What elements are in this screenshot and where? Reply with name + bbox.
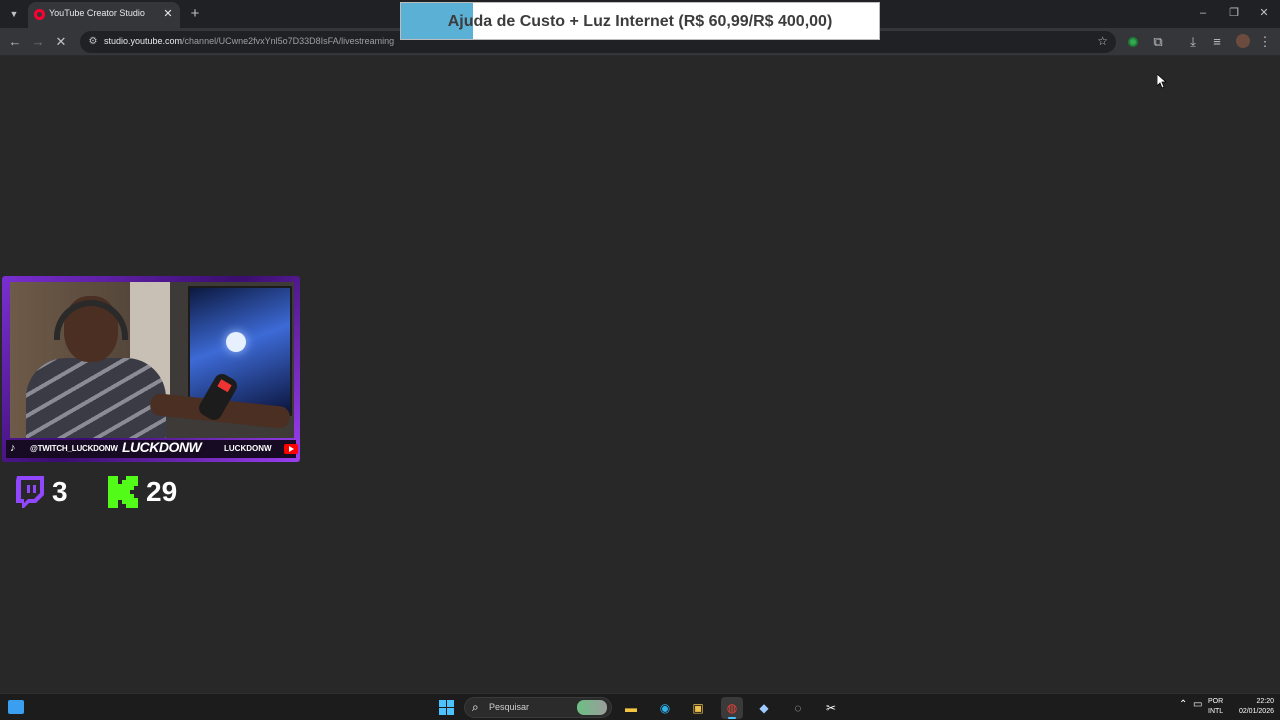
url-path: /channel/UCwne2fvxYnl5o7D33D8IsFA/livest… [182, 36, 395, 46]
tab-title: YouTube Creator Studio [49, 8, 145, 18]
clock-time: 22:20 [1256, 698, 1274, 705]
youtube-studio-icon [34, 9, 45, 20]
extensions-puzzle-icon[interactable]: ⧉ [1149, 33, 1167, 51]
obs-icon[interactable]: ◌ [787, 697, 809, 719]
windows-taskbar: ⌕ Pesquisar ▬ ◉ ▣ ◍ ◆ ◌ ✂ ⌃ ▭ POR INTL 2… [0, 693, 1280, 720]
chrome-icon[interactable]: ◍ [721, 697, 743, 719]
forward-button[interactable]: → [29, 33, 47, 51]
new-tab-button[interactable]: + [186, 5, 204, 23]
streamer-shirt [26, 358, 166, 438]
restore-button[interactable]: ❐ [1224, 4, 1244, 22]
extension-status-icon[interactable] [1128, 37, 1138, 47]
profile-avatar[interactable] [1236, 34, 1250, 48]
tab-search-chevron-icon[interactable]: ▼ [6, 6, 22, 22]
store-icon[interactable]: ▣ [687, 697, 709, 719]
network-monitor-icon[interactable]: ▭ [1193, 699, 1202, 710]
steam-icon[interactable]: ◆ [753, 697, 775, 719]
tiktok-icon: ♪ [10, 442, 16, 454]
lang-line-2: INTL [1208, 708, 1224, 715]
goal-banner-text: Ajuda de Custo + Luz Internet (R$ 60,99/… [447, 13, 833, 30]
bookmark-star-icon[interactable]: ☆ [1097, 34, 1108, 48]
kick-icon [108, 476, 138, 508]
search-highlight-icon [577, 700, 607, 715]
url-text[interactable]: studio.youtube.com/channel/UCwne2fvxYnl5… [104, 36, 394, 46]
tiktok-handle: @TWITCH_LUCKDONW [30, 444, 118, 453]
input-language[interactable]: POR INTL [1208, 697, 1223, 717]
twitch-icon [16, 476, 44, 508]
minimize-button[interactable]: – [1193, 4, 1213, 22]
taskbar-search[interactable]: ⌕ Pesquisar [464, 697, 612, 718]
twitch-viewer-count: 3 [52, 476, 68, 507]
url-host: studio.youtube.com [104, 36, 183, 46]
webcam-feed [10, 282, 294, 438]
start-button[interactable] [439, 700, 454, 715]
close-window-button[interactable]: ✕ [1254, 4, 1274, 22]
lang-line-1: POR [1208, 698, 1224, 705]
webcam-overlay: ♪ @TWITCH_LUCKDONW LUCKDONW LUCKDONW [2, 276, 300, 462]
browser-menu-icon[interactable]: ⋮ [1256, 33, 1274, 51]
search-placeholder: Pesquisar [489, 702, 530, 712]
file-explorer-icon[interactable]: ▬ [620, 697, 642, 719]
donation-goal-banner: Ajuda de Custo + Luz Internet (R$ 60,99/… [400, 2, 880, 40]
back-button[interactable]: ← [6, 33, 24, 51]
kick-viewer-count: 29 [146, 476, 178, 507]
youtube-icon [284, 444, 298, 454]
youtube-name: LUCKDONW [224, 444, 272, 453]
clock[interactable]: 22:20 02/01/2026 [1228, 697, 1274, 717]
site-info-icon[interactable]: ⚙ [86, 35, 100, 49]
edge-icon[interactable]: ◉ [654, 697, 676, 719]
tray-overflow-chevron-icon[interactable]: ⌃ [1179, 699, 1187, 710]
stop-loading-button[interactable]: ✕ [52, 33, 70, 51]
search-icon: ⌕ [472, 700, 479, 714]
browser-tab[interactable]: YouTube Creator Studio ✕ [28, 2, 180, 28]
webcam-name-strip: ♪ @TWITCH_LUCKDONW LUCKDONW LUCKDONW [6, 439, 298, 458]
headset-icon [54, 300, 128, 340]
clock-date: 02/01/2026 [1238, 708, 1274, 715]
downloads-icon[interactable]: ⤓ [1184, 33, 1202, 51]
widgets-icon[interactable] [8, 700, 24, 714]
media-controls-icon[interactable]: ≡ [1208, 33, 1226, 51]
streamer-figure [22, 296, 172, 438]
close-tab-icon[interactable]: ✕ [160, 6, 176, 22]
channel-name: LUCKDONW [122, 439, 202, 455]
capcut-icon[interactable]: ✂ [820, 697, 842, 719]
